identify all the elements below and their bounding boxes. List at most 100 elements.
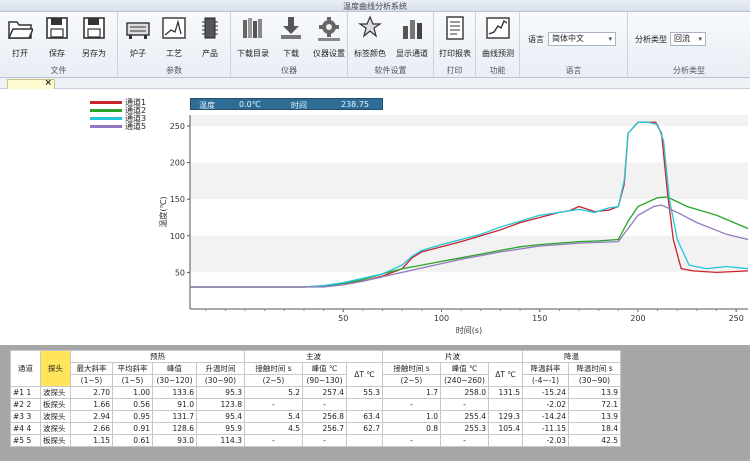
group-software-settings: 标签颜色 显示通道 软件设置 xyxy=(348,12,434,78)
group-file: 打开 保存 另存为 文件 xyxy=(0,12,118,78)
table-row[interactable]: #1 1 波探头 2.70 1.00 133.6 95.3 5.2 257.4 55.3 1.7 2… xyxy=(10,385,621,399)
oven-button[interactable]: 炉子 xyxy=(120,14,156,62)
dropdown-arrow-icon: ▾ xyxy=(698,35,702,43)
value-cell xyxy=(488,433,523,447)
language-select[interactable]: 简体中文 ▾ xyxy=(548,32,616,46)
channel-cell: #2 2 xyxy=(10,397,41,411)
label-color-button[interactable]: 标签颜色 xyxy=(352,14,388,62)
value-cell: 93.0 xyxy=(152,433,197,447)
value-cell: 1.0 xyxy=(382,409,441,423)
group-label-print: 打印 xyxy=(446,66,463,75)
channel-cell: #3 3 xyxy=(10,409,41,423)
temperature-plot[interactable]: 50 100 150 200 250 50 100 150 200 250 温度(℃) 时间(s) xyxy=(0,89,750,345)
value-cell: -14.24 xyxy=(522,409,569,423)
value-cell: 105.4 xyxy=(488,421,523,435)
col-chip-peak: 峰值 ℃ xyxy=(440,362,489,375)
probe-cell[interactable]: 板探头 xyxy=(40,397,71,411)
value-cell: 95.9 xyxy=(196,421,245,435)
value-cell: 1.66 xyxy=(70,397,113,411)
col-rise-time: 升温时间 xyxy=(196,362,245,375)
x-tick-label: 250 xyxy=(729,314,744,323)
group-print: 打印报表 打印 xyxy=(434,12,476,78)
table-header-row: 通道 探头 预热 主波 片波 降温 xyxy=(10,350,621,387)
process-button[interactable]: 工艺 xyxy=(156,14,192,62)
grid-band xyxy=(190,162,748,200)
print-report-button[interactable]: 打印报表 xyxy=(437,14,473,62)
open-button[interactable]: 打开 xyxy=(2,14,38,62)
unit-cell: (-4~-1) xyxy=(522,374,569,387)
value-cell: 0.61 xyxy=(112,433,153,447)
value-cell: 255.4 xyxy=(440,409,489,423)
device-settings-button[interactable]: 仪器设置 xyxy=(311,14,347,62)
value-cell: 2.94 xyxy=(70,409,113,423)
value-cell: - xyxy=(244,397,303,411)
download-arrow-icon xyxy=(278,14,304,42)
y-tick-label: 100 xyxy=(170,232,185,241)
show-channel-button[interactable]: 显示通道 xyxy=(394,14,430,62)
table-row[interactable]: #3 3 波探头 2.94 0.95 131.7 95.4 5.4 256.8 63.4 1.0 2… xyxy=(10,409,621,423)
value-cell: 131.7 xyxy=(152,409,197,423)
value-cell: 0.91 xyxy=(112,421,153,435)
value-cell: - xyxy=(382,433,441,447)
value-cell: 1.7 xyxy=(382,385,441,399)
oven-icon xyxy=(125,14,151,42)
value-cell: 0.95 xyxy=(112,409,153,423)
download-dir-button[interactable]: 下载目录 xyxy=(235,14,271,62)
save-button[interactable]: 保存 xyxy=(39,14,75,62)
group-header-preheat: 预热 xyxy=(70,350,245,363)
empty-panel-area xyxy=(642,350,750,461)
curve-predict-button[interactable]: 曲线预测 xyxy=(480,14,516,62)
value-cell: - xyxy=(440,397,489,411)
group-label-params: 参数 xyxy=(166,66,182,75)
chart-area: 通道1 通道2 通道3 通道5 温度 0.0℃ 时间 238.75 50 100 1… xyxy=(0,89,750,345)
group-label-instrument: 仪器 xyxy=(281,66,297,75)
table-row[interactable]: #5 5 板探头 1.15 0.61 93.0 114.3- - - - -2.03 42.5 xyxy=(10,433,621,447)
group-header-cooling: 降温 xyxy=(522,350,621,363)
document-tab-bar: × xyxy=(0,78,750,89)
value-cell: 13.9 xyxy=(568,409,621,423)
value-cell xyxy=(346,397,383,411)
x-tick-label: 100 xyxy=(434,314,449,323)
unit-cell: (1~5) xyxy=(112,374,153,387)
analysis-type-select[interactable]: 回流 ▾ xyxy=(670,32,706,46)
save-as-button[interactable]: 另存为 xyxy=(76,14,112,62)
value-cell: - xyxy=(302,397,347,411)
probe-cell[interactable]: 波探头 xyxy=(40,421,71,435)
table-row[interactable]: #2 2 板探头 1.66 0.56 91.0 123.8- - - - -2.02 72.1 xyxy=(10,397,621,411)
document-tab[interactable]: × xyxy=(7,78,55,89)
value-cell: 18.4 xyxy=(568,421,621,435)
probe-cell[interactable]: 波探头 xyxy=(40,409,71,423)
channel-cell: #5 5 xyxy=(10,433,41,447)
group-language: 语言 简体中文 ▾ 语言 xyxy=(520,12,628,78)
value-cell: 55.3 xyxy=(346,385,383,399)
unit-cell: (2~5) xyxy=(382,374,441,387)
value-cell: 95.4 xyxy=(196,409,245,423)
value-cell: 1.00 xyxy=(112,385,153,399)
title-bar: 温度曲线分析系统 xyxy=(0,0,750,12)
value-cell xyxy=(346,433,383,447)
probe-cell[interactable]: 板探头 xyxy=(40,433,71,447)
group-function: 曲线预测 功能 xyxy=(476,12,520,78)
download-button[interactable]: 下载 xyxy=(273,14,309,62)
product-button[interactable]: 产品 xyxy=(192,14,228,62)
group-analysis-type: 分析类型 回流 ▾ 分析类型 xyxy=(628,12,750,78)
col-preheat-peak: 峰值 xyxy=(152,362,197,375)
value-cell: 2.66 xyxy=(70,421,113,435)
value-cell: 62.7 xyxy=(346,421,383,435)
close-icon[interactable]: × xyxy=(44,78,52,88)
table-row[interactable]: #4 4 波探头 2.66 0.91 128.6 95.9 4.5 256.7 62.7 0.8 2… xyxy=(10,421,621,435)
group-label-software: 软件设置 xyxy=(374,66,407,75)
table-body: #1 1 波探头 2.70 1.00 133.6 95.3 5.2 257.4 55.3 1.7 2… xyxy=(10,385,621,447)
value-cell: - xyxy=(440,433,489,447)
value-cell: 42.5 xyxy=(568,433,621,447)
unit-cell: (30~90) xyxy=(568,374,621,387)
value-cell: 13.9 xyxy=(568,385,621,399)
value-cell: 256.7 xyxy=(302,421,347,435)
y-tick-label: 50 xyxy=(175,268,185,277)
col-main-peak: 峰值 ℃ xyxy=(302,362,347,375)
y-axis-label: 温度(℃) xyxy=(158,196,168,227)
value-cell: 91.0 xyxy=(152,397,197,411)
probe-cell[interactable]: 波探头 xyxy=(40,385,71,399)
group-label-function: 功能 xyxy=(489,66,506,75)
col-cool-time: 降温时间 s xyxy=(568,362,621,375)
